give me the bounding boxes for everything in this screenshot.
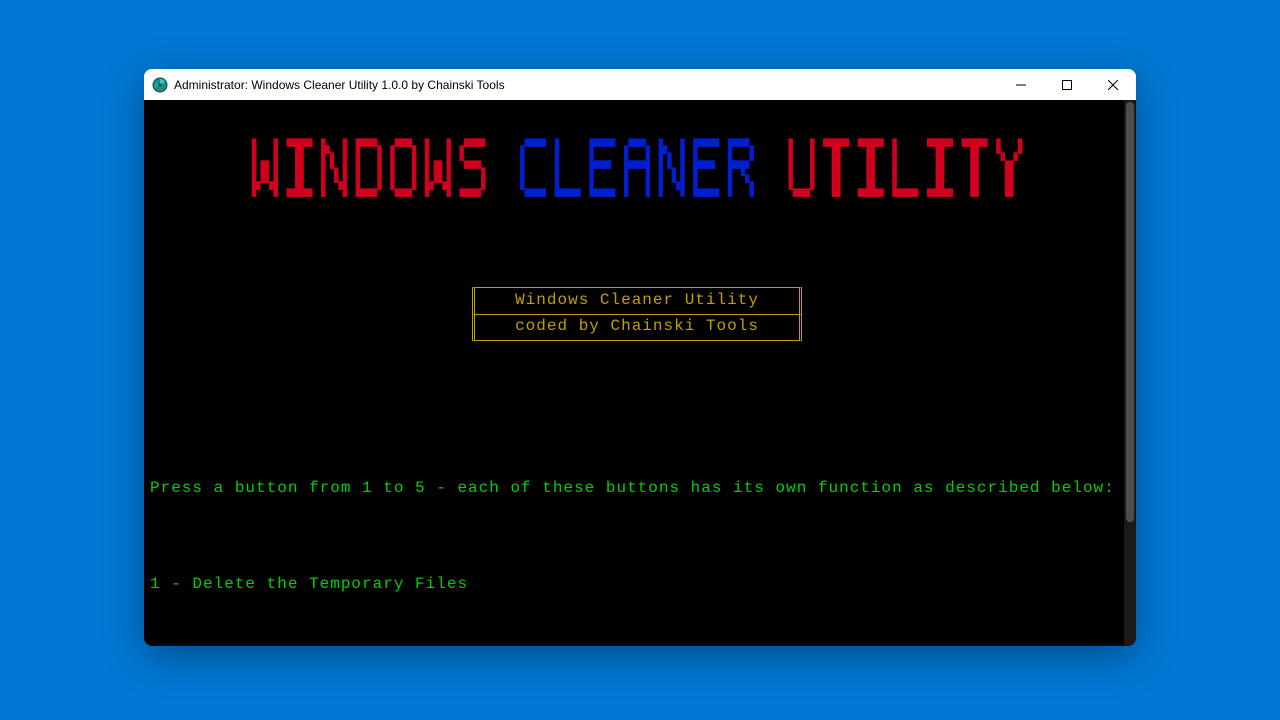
ascii-word-utility: █ █ ██████ ██████ █ ██████ ██████ █ █ █ … bbox=[784, 139, 1026, 204]
ascii-word-windows: █ █ ██████ █ █ █████ ████ █ █ █████ █ █ … bbox=[248, 139, 490, 204]
info-box-author: coded by Chainski Tools bbox=[472, 314, 802, 341]
menu-prompt: Press a button from 1 to 5 - each of the… bbox=[150, 472, 1124, 504]
terminal-content[interactable]: █ █ ██████ █ █ █████ ████ █ █ █████ █ █ … bbox=[144, 100, 1124, 646]
menu-item-1[interactable]: 1 - Delete the Temporary Files bbox=[150, 568, 1124, 600]
titlebar[interactable]: Administrator: Windows Cleaner Utility 1… bbox=[144, 69, 1136, 100]
info-box-group: Windows Cleaner Utility coded by Chainsk… bbox=[150, 287, 1124, 340]
window-title: Administrator: Windows Cleaner Utility 1… bbox=[174, 78, 505, 92]
app-window: Administrator: Windows Cleaner Utility 1… bbox=[144, 69, 1136, 646]
window-controls bbox=[998, 69, 1136, 100]
info-box-title: Windows Cleaner Utility bbox=[472, 287, 802, 315]
terminal-area: █ █ ██████ █ █ █████ ████ █ █ █████ █ █ … bbox=[144, 100, 1136, 646]
close-button[interactable] bbox=[1090, 69, 1136, 100]
ascii-word-cleaner: █████ █ ██████ ████ █ █ ██████ █████ █ █… bbox=[516, 139, 758, 204]
maximize-button[interactable] bbox=[1044, 69, 1090, 100]
scrollbar-thumb[interactable] bbox=[1126, 102, 1134, 522]
app-icon bbox=[152, 77, 168, 93]
scrollbar[interactable] bbox=[1124, 100, 1136, 646]
menu-block: Press a button from 1 to 5 - each of the… bbox=[150, 408, 1124, 646]
ascii-banner: █ █ ██████ █ █ █████ ████ █ █ █████ █ █ … bbox=[150, 139, 1124, 204]
minimize-button[interactable] bbox=[998, 69, 1044, 100]
